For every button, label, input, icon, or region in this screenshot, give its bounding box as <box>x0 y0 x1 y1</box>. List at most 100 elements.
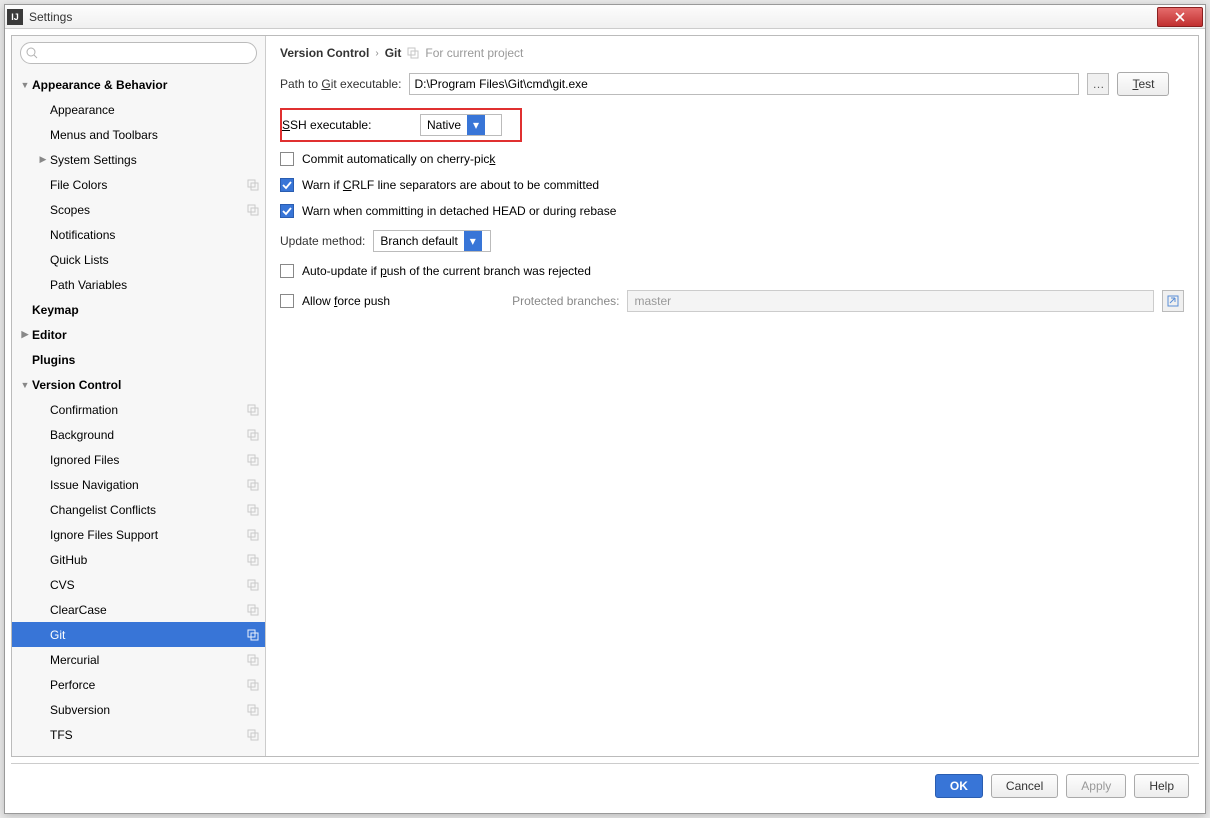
cancel-button[interactable]: Cancel <box>991 774 1058 798</box>
crlf-row: Warn if CRLF line separators are about t… <box>280 178 1184 192</box>
crlf-label: Warn if CRLF line separators are about t… <box>302 178 599 192</box>
update-method-row: Update method: Branch default ▾ <box>280 230 1184 252</box>
protected-branches-input <box>627 290 1154 312</box>
sidebar-item-label: Git <box>50 628 247 642</box>
sidebar-item-label: System Settings <box>50 153 259 167</box>
settings-tree[interactable]: ▼Appearance & BehaviorAppearanceMenus an… <box>12 70 265 756</box>
browse-button[interactable]: … <box>1087 73 1109 95</box>
breadcrumb-leaf: Git <box>385 46 402 60</box>
sidebar-item-label: Path Variables <box>50 278 259 292</box>
auto-update-label: Auto-update if push of the current branc… <box>302 264 591 278</box>
sidebar-item-label: Appearance <box>50 103 259 117</box>
main-panel: Version Control › Git For current projec… <box>266 36 1198 756</box>
sidebar-item-label: Menus and Toolbars <box>50 128 259 142</box>
sidebar-item-issue-navigation[interactable]: Issue Navigation <box>12 472 265 497</box>
settings-window: IJ Settings ▼Appearance & BehaviorAppear… <box>4 4 1206 814</box>
sidebar-item-label: Perforce <box>50 678 247 692</box>
protected-branches-label: Protected branches: <box>512 294 619 308</box>
detached-label: Warn when committing in detached HEAD or… <box>302 204 616 218</box>
sidebar-item-quick-lists[interactable]: Quick Lists <box>12 247 265 272</box>
sidebar-item-label: Appearance & Behavior <box>32 78 259 92</box>
sidebar-item-label: TFS <box>50 728 247 742</box>
chevron-down-icon: ▼ <box>18 80 32 90</box>
breadcrumb-separator: › <box>375 48 378 59</box>
sidebar-item-background[interactable]: Background <box>12 422 265 447</box>
sidebar-item-label: CVS <box>50 578 247 592</box>
window-title: Settings <box>29 10 1157 24</box>
sidebar-item-clearcase[interactable]: ClearCase <box>12 597 265 622</box>
force-push-label: Allow force push <box>302 294 390 308</box>
sidebar-item-label: Ignore Files Support <box>50 528 247 542</box>
sidebar-item-editor[interactable]: ▶Editor <box>12 322 265 347</box>
sidebar-item-confirmation[interactable]: Confirmation <box>12 397 265 422</box>
breadcrumb-root: Version Control <box>280 46 369 60</box>
sidebar-item-label: File Colors <box>50 178 247 192</box>
cherry-pick-label: Commit automatically on cherry-pick <box>302 152 495 166</box>
sidebar-item-path-variables[interactable]: Path Variables <box>12 272 265 297</box>
expand-protected-button[interactable] <box>1162 290 1184 312</box>
chevron-down-icon: ▾ <box>467 115 485 135</box>
cherry-pick-checkbox[interactable] <box>280 152 294 166</box>
sidebar-item-perforce[interactable]: Perforce <box>12 672 265 697</box>
sidebar-item-plugins[interactable]: Plugins <box>12 347 265 372</box>
detached-checkbox[interactable] <box>280 204 294 218</box>
ssh-executable-dropdown[interactable]: Native ▾ <box>420 114 502 136</box>
sidebar-item-changelist-conflicts[interactable]: Changelist Conflicts <box>12 497 265 522</box>
sidebar-item-label: Plugins <box>32 353 259 367</box>
sidebar-item-menus-and-toolbars[interactable]: Menus and Toolbars <box>12 122 265 147</box>
titlebar: IJ Settings <box>5 5 1205 29</box>
sidebar-item-github[interactable]: GitHub <box>12 547 265 572</box>
sidebar-item-label: Subversion <box>50 703 247 717</box>
chevron-down-icon: ▼ <box>18 380 32 390</box>
sidebar-item-appearance-behavior[interactable]: ▼Appearance & Behavior <box>12 72 265 97</box>
sidebar-item-label: Keymap <box>32 303 259 317</box>
test-button[interactable]: Test <box>1117 72 1169 96</box>
search-wrap <box>12 36 265 70</box>
project-icon <box>407 47 419 59</box>
crlf-checkbox[interactable] <box>280 178 294 192</box>
sidebar: ▼Appearance & BehaviorAppearanceMenus an… <box>12 36 266 756</box>
help-button[interactable]: Help <box>1134 774 1189 798</box>
force-push-row: Allow force push Protected branches: <box>280 290 1184 312</box>
close-icon <box>1175 12 1185 22</box>
chevron-down-icon: ▾ <box>464 231 482 251</box>
force-push-checkbox[interactable] <box>280 294 294 308</box>
sidebar-item-keymap[interactable]: Keymap <box>12 297 265 322</box>
sidebar-item-git[interactable]: Git <box>12 622 265 647</box>
sidebar-item-system-settings[interactable]: ▶System Settings <box>12 147 265 172</box>
auto-update-checkbox[interactable] <box>280 264 294 278</box>
sidebar-item-file-colors[interactable]: File Colors <box>12 172 265 197</box>
sidebar-item-label: ClearCase <box>50 603 247 617</box>
close-button[interactable] <box>1157 7 1203 27</box>
apply-button[interactable]: Apply <box>1066 774 1126 798</box>
expand-icon <box>1167 295 1179 307</box>
ok-button[interactable]: OK <box>935 774 983 798</box>
sidebar-item-label: Ignored Files <box>50 453 247 467</box>
project-hint: For current project <box>425 46 523 60</box>
sidebar-item-label: Confirmation <box>50 403 247 417</box>
sidebar-item-mercurial[interactable]: Mercurial <box>12 647 265 672</box>
sidebar-item-notifications[interactable]: Notifications <box>12 222 265 247</box>
sidebar-item-label: Version Control <box>32 378 259 392</box>
sidebar-item-appearance[interactable]: Appearance <box>12 97 265 122</box>
sidebar-item-ignored-files[interactable]: Ignored Files <box>12 447 265 472</box>
sidebar-item-cvs[interactable]: CVS <box>12 572 265 597</box>
sidebar-item-scopes[interactable]: Scopes <box>12 197 265 222</box>
update-method-dropdown[interactable]: Branch default ▾ <box>373 230 491 252</box>
sidebar-item-label: Quick Lists <box>50 253 259 267</box>
sidebar-item-version-control[interactable]: ▼Version Control <box>12 372 265 397</box>
search-input[interactable] <box>20 42 257 64</box>
chevron-right-icon: ▶ <box>36 154 50 165</box>
breadcrumb: Version Control › Git For current projec… <box>280 46 1184 60</box>
sidebar-item-label: Editor <box>32 328 259 342</box>
auto-update-row: Auto-update if push of the current branc… <box>280 264 1184 278</box>
sidebar-item-label: Scopes <box>50 203 247 217</box>
sidebar-item-tfs[interactable]: TFS <box>12 722 265 747</box>
git-path-input[interactable] <box>409 73 1079 95</box>
update-method-label: Update method: <box>280 234 365 248</box>
path-row: Path to Git executable: … Test <box>280 72 1184 96</box>
sidebar-item-ignore-files-support[interactable]: Ignore Files Support <box>12 522 265 547</box>
sidebar-item-subversion[interactable]: Subversion <box>12 697 265 722</box>
sidebar-item-label: Issue Navigation <box>50 478 247 492</box>
search-icon <box>26 47 38 59</box>
